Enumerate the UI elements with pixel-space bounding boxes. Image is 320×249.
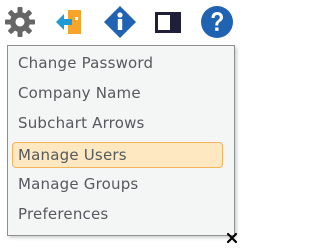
menu-item-label: Subchart Arrows xyxy=(18,114,145,132)
close-icon xyxy=(226,232,238,244)
menu-item-label: Manage Groups xyxy=(18,175,139,193)
menu-item-company-name[interactable]: Company Name xyxy=(12,81,223,107)
settings-dropdown-menu: Change Password Company Name Subchart Ar… xyxy=(7,45,235,236)
info-icon xyxy=(104,6,136,38)
close-button[interactable] xyxy=(225,230,239,244)
help-button[interactable] xyxy=(199,4,235,40)
menu-item-label: Manage Users xyxy=(18,146,127,164)
panel-icon xyxy=(155,12,181,33)
panel-toggle-button[interactable] xyxy=(150,4,186,40)
menu-item-preferences[interactable]: Preferences xyxy=(12,202,223,228)
menu-item-change-password[interactable]: Change Password xyxy=(12,51,223,77)
settings-button[interactable] xyxy=(2,4,38,40)
info-button[interactable] xyxy=(102,4,138,40)
logout-button[interactable] xyxy=(51,4,87,40)
menu-item-manage-groups[interactable]: Manage Groups xyxy=(12,172,223,198)
menu-item-label: Company Name xyxy=(18,84,141,102)
menu-item-subchart-arrows[interactable]: Subchart Arrows xyxy=(12,111,223,137)
menu-item-label: Change Password xyxy=(18,54,154,72)
help-icon xyxy=(201,6,233,38)
toolbar xyxy=(0,0,245,44)
exit-arrow-icon xyxy=(56,10,81,34)
menu-item-label: Preferences xyxy=(18,205,109,223)
gear-icon xyxy=(5,7,35,37)
menu-item-manage-users[interactable]: Manage Users xyxy=(12,142,223,168)
